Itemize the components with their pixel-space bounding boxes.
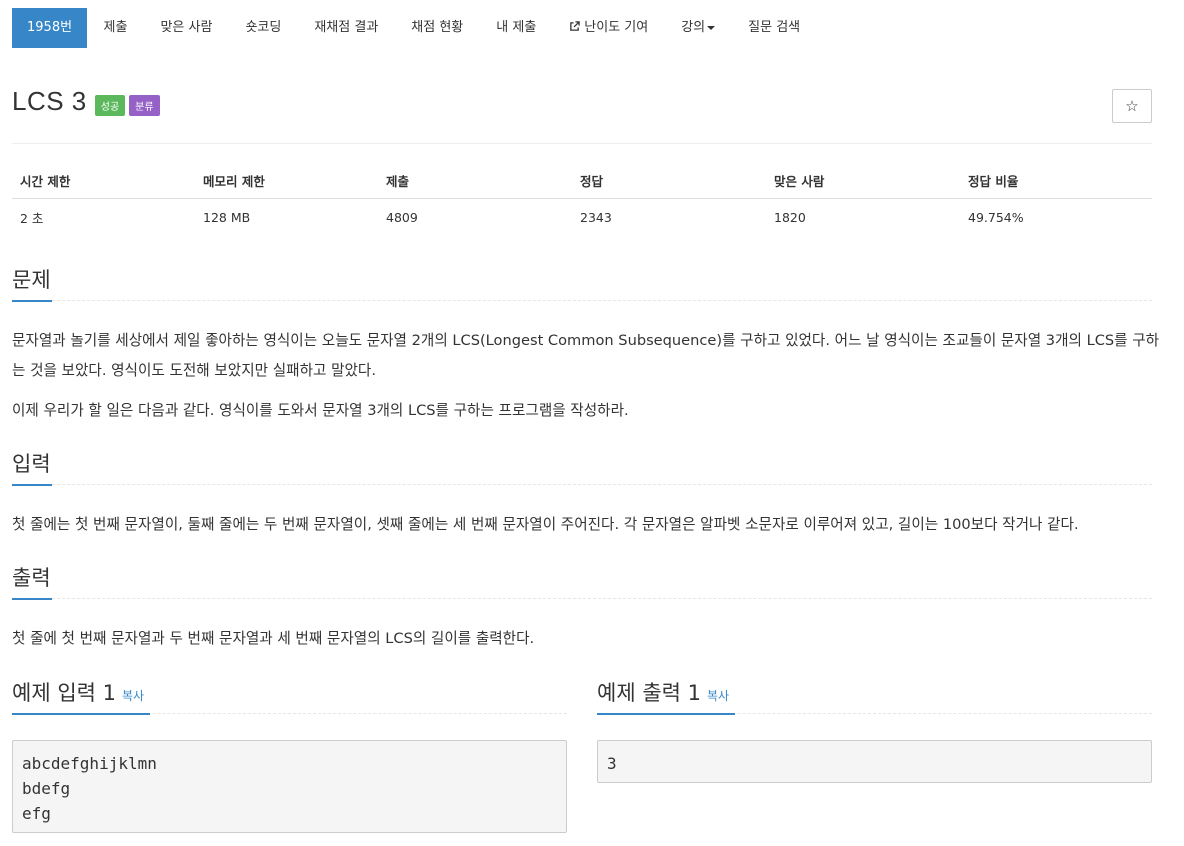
nav-lectures-dropdown[interactable]: 강의 — [665, 8, 732, 48]
info-header-time-limit: 시간 제한 — [20, 174, 71, 189]
info-submissions: 4809 — [386, 209, 418, 225]
nav-question-search[interactable]: 질문 검색 — [732, 8, 817, 48]
sample-output-header: 예제 출력 1 복사 — [597, 678, 1152, 715]
nav-my-submissions[interactable]: 내 제출 — [480, 8, 553, 48]
nav-short-coding[interactable]: 숏코딩 — [229, 8, 298, 48]
nav-difficulty-contribution[interactable]: 난이도 기여 — [553, 8, 665, 48]
problem-title-row: LCS 3 성공 분류 — [12, 86, 160, 117]
external-link-icon — [570, 21, 581, 31]
nav-difficulty-label: 난이도 기여 — [584, 20, 649, 35]
info-header-ratio: 정답 비율 — [968, 174, 1019, 189]
nav-lectures-label: 강의 — [681, 20, 706, 35]
problem-info-table: 시간 제한 메모리 제한 제출 정답 맞은 사람 정답 비율 2 초 128 M… — [12, 163, 1152, 235]
info-value-row: 2 초 128 MB 4809 2343 1820 49.754% — [12, 199, 1152, 235]
info-header-accepted-users: 맞은 사람 — [774, 174, 825, 189]
info-time-limit: 2 초 — [20, 210, 44, 226]
sample-output-title: 예제 출력 1 — [597, 681, 701, 705]
info-memory-limit: 128 MB — [203, 209, 251, 225]
problem-heading: 문제 — [12, 266, 52, 302]
nav-status[interactable]: 채점 현황 — [395, 8, 480, 48]
input-heading: 입력 — [12, 450, 52, 486]
info-accepted-users: 1820 — [774, 209, 806, 225]
sample-output-box[interactable]: 3 — [597, 740, 1152, 783]
sample-input-header: 예제 입력 1 복사 — [12, 678, 567, 715]
sample-input-box[interactable]: abcdefghijklmn bdefg efg — [12, 740, 567, 833]
nav-submit[interactable]: 제출 — [87, 8, 144, 48]
status-badge: 성공 — [94, 95, 126, 116]
nav-accepted-users[interactable]: 맞은 사람 — [144, 8, 229, 48]
output-heading: 출력 — [12, 564, 52, 600]
nav-rejudge-results[interactable]: 재채점 결과 — [298, 8, 395, 48]
info-ratio: 49.754% — [968, 209, 1024, 225]
info-accepted: 2343 — [580, 209, 612, 225]
sample-output-heading: 예제 출력 1 복사 — [597, 679, 735, 715]
info-header-memory-limit: 메모리 제한 — [203, 174, 265, 189]
star-icon: ☆ — [1125, 97, 1139, 115]
nav-problem-number[interactable]: 1958번 — [12, 8, 88, 48]
output-section-header: 출력 — [12, 563, 1152, 600]
info-header-submissions: 제출 — [386, 174, 410, 189]
title-divider — [12, 143, 1152, 144]
output-description: 첫 줄에 첫 번째 문자열과 두 번째 문자열과 세 번째 문자열의 LCS의 … — [12, 630, 535, 647]
info-header-row: 시간 제한 메모리 제한 제출 정답 맞은 사람 정답 비율 — [12, 163, 1152, 199]
problem-section-header: 문제 — [12, 265, 1152, 302]
problem-title: LCS 3 — [12, 86, 87, 116]
category-badge[interactable]: 분류 — [129, 95, 160, 116]
favorite-star-button[interactable]: ☆ — [1112, 89, 1152, 123]
sample-output-copy-button[interactable]: 복사 — [707, 689, 729, 703]
info-header-accepted: 정답 — [580, 174, 604, 189]
input-description: 첫 줄에는 첫 번째 문자열이, 둘째 줄에는 두 번째 문자열이, 셋째 줄에… — [12, 516, 1079, 533]
sample-input-heading: 예제 입력 1 복사 — [12, 679, 150, 715]
problem-description-1: 문자열과 놀기를 세상에서 제일 좋아하는 영식이는 오늘도 문자열 2개의 L… — [12, 332, 1160, 379]
caret-down-icon — [707, 25, 716, 30]
input-section-header: 입력 — [12, 449, 1152, 486]
problem-nav: 1958번 제출 맞은 사람 숏코딩 재채점 결과 채점 현황 내 제출 난이도… — [12, 8, 817, 48]
sample-input-copy-button[interactable]: 복사 — [122, 689, 144, 703]
problem-description-2: 이제 우리가 할 일은 다음과 같다. 영식이를 도와서 문자열 3개의 LCS… — [12, 402, 629, 419]
sample-input-title: 예제 입력 1 — [12, 681, 116, 705]
